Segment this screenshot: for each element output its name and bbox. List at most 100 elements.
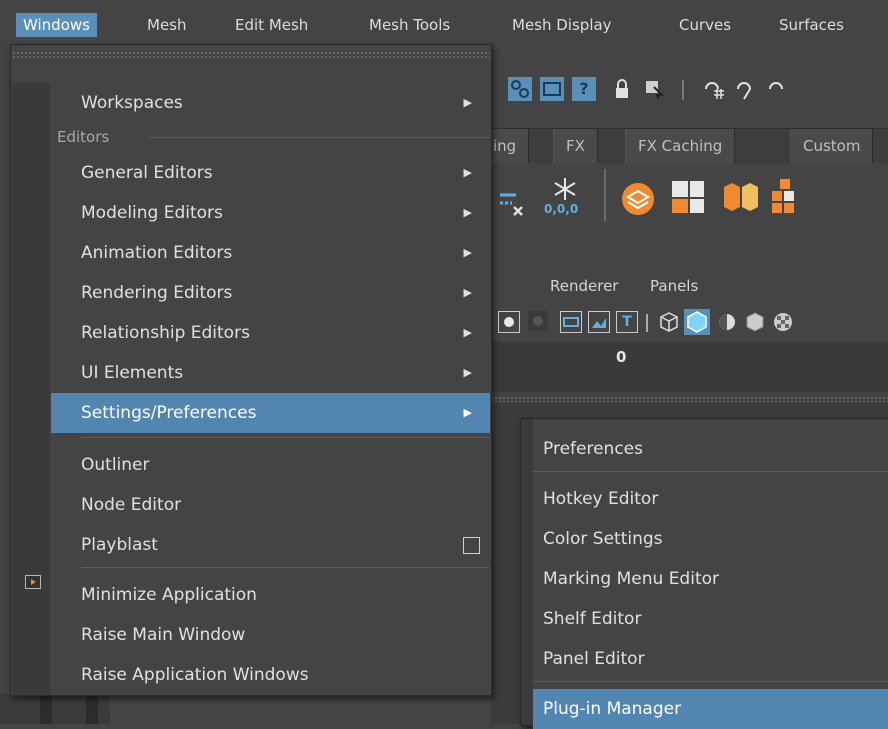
lock-icon[interactable]: [610, 77, 634, 101]
tab-fx-caching[interactable]: FX Caching: [625, 129, 736, 163]
menu-item-label: Playblast: [81, 535, 158, 555]
dock-bar: [40, 694, 52, 724]
tab-fx[interactable]: FX: [553, 129, 598, 163]
menu-item-label: Modeling Editors: [81, 203, 223, 223]
menu-curves[interactable]: Curves: [672, 13, 738, 37]
menu-separator: [81, 567, 489, 568]
snap-to-point-icon[interactable]: [766, 77, 790, 101]
submenu-item-label: Shelf Editor: [543, 609, 642, 629]
menu-item-workspaces[interactable]: Workspaces ▶: [51, 83, 490, 123]
menu-mesh-display[interactable]: Mesh Display: [505, 13, 619, 37]
menu-item-label: Minimize Application: [81, 585, 257, 605]
main-menubar: Windows Mesh Edit Mesh Mesh Tools Mesh D…: [0, 0, 888, 46]
panel-menubar: Renderer Panels: [490, 270, 888, 302]
submenu-item-preferences[interactable]: Preferences: [533, 429, 888, 469]
menu-item-raise-main-window[interactable]: Raise Main Window: [51, 615, 490, 655]
menu-item-label: Raise Main Window: [81, 625, 246, 645]
freeze-transform-icon[interactable]: 0,0,0: [542, 175, 588, 223]
menu-item-raise-application-windows[interactable]: Raise Application Windows: [51, 655, 490, 695]
playblast-option-box[interactable]: [463, 537, 480, 554]
menu-item-general-editors[interactable]: General Editors ▶: [51, 153, 490, 193]
submenu-item-hotkey-editor[interactable]: Hotkey Editor: [533, 479, 888, 519]
menu-item-label: Workspaces: [81, 93, 183, 113]
menu-icon-gutter: [12, 83, 50, 695]
center-pivot-icon[interactable]: [670, 179, 706, 215]
default-material-icon[interactable]: [716, 311, 738, 333]
menu-item-animation-editors[interactable]: Animation Editors ▶: [51, 233, 490, 273]
menu-surfaces[interactable]: Surfaces: [772, 13, 851, 37]
menu-item-outliner[interactable]: Outliner: [51, 445, 490, 485]
menu-item-node-editor[interactable]: Node Editor: [51, 485, 490, 525]
tear-off-handle[interactable]: [12, 51, 490, 59]
value-field[interactable]: 0: [616, 348, 626, 366]
delete-history-icon[interactable]: [496, 181, 536, 221]
smooth-shade-icon[interactable]: [684, 309, 710, 335]
menu-panels[interactable]: Panels: [650, 270, 698, 302]
menu-windows[interactable]: Windows: [16, 13, 97, 37]
textured-icon[interactable]: [744, 311, 766, 333]
menu-separator: [81, 437, 489, 438]
snap-to-grid-icon[interactable]: [702, 77, 726, 101]
render-view-icon[interactable]: [540, 77, 564, 101]
menu-item-minimize-application[interactable]: Minimize Application: [51, 575, 490, 615]
submenu-arrow-icon: ▶: [463, 246, 472, 259]
submenu-item-panel-editor[interactable]: Panel Editor: [533, 639, 888, 679]
snap-to-curve-icon[interactable]: [734, 77, 758, 101]
menu-edit-mesh[interactable]: Edit Mesh: [228, 13, 315, 37]
submenu-item-marking-menu-editor[interactable]: Marking Menu Editor: [533, 559, 888, 599]
submenu-item-label: Color Settings: [543, 529, 663, 549]
menu-item-ui-elements[interactable]: UI Elements ▶: [51, 353, 490, 393]
windows-menu: Workspaces ▶ Editors General Editors ▶ M…: [10, 44, 492, 696]
shelf-tabs: ing FX FX Caching Custom: [480, 128, 888, 164]
menu-item-label: UI Elements: [81, 363, 184, 383]
playblast-icon: [25, 575, 41, 589]
image-plane-icon[interactable]: [588, 311, 610, 333]
text-icon[interactable]: T: [616, 311, 638, 333]
submenu-separator: [533, 681, 888, 682]
ambient-occlusion-icon[interactable]: [528, 311, 548, 331]
dock-bar: [86, 694, 98, 724]
tab-custom[interactable]: Custom: [790, 129, 874, 163]
checker-icon[interactable]: [772, 311, 794, 333]
select-camera-icon[interactable]: [642, 77, 666, 101]
submenu-arrow-icon: ▶: [463, 286, 472, 299]
snap-icon[interactable]: [508, 77, 532, 101]
menu-item-label: Outliner: [81, 455, 150, 475]
wireframe-icon[interactable]: [658, 311, 680, 333]
submenu-arrow-icon: ▶: [463, 406, 472, 419]
menu-item-playblast[interactable]: Playblast: [51, 525, 490, 565]
help-icon[interactable]: ?: [572, 77, 596, 101]
menu-item-settings-preferences[interactable]: Settings/Preferences ▶: [51, 393, 490, 433]
submenu-item-color-settings[interactable]: Color Settings: [533, 519, 888, 559]
submenu-arrow-icon: ▶: [463, 366, 472, 379]
submenu-item-shelf-editor[interactable]: Shelf Editor: [533, 599, 888, 639]
submenu-arrow-icon: ▶: [463, 326, 472, 339]
menu-mesh-tools[interactable]: Mesh Tools: [362, 13, 457, 37]
status-toolbar: ?: [490, 66, 888, 112]
menu-mesh[interactable]: Mesh: [140, 13, 194, 37]
menu-item-modeling-editors[interactable]: Modeling Editors ▶: [51, 193, 490, 233]
menu-item-label: Node Editor: [81, 495, 182, 515]
menu-item-label: Relationship Editors: [81, 323, 250, 343]
menu-item-label: Raise Application Windows: [81, 665, 309, 685]
motion-blur-icon[interactable]: [560, 311, 582, 333]
menu-item-label: General Editors: [81, 163, 213, 183]
menu-renderer[interactable]: Renderer: [550, 270, 618, 302]
panel-toolbar: T: [490, 304, 888, 342]
left-dock: [0, 694, 110, 724]
submenu-item-label: Plug-in Manager: [543, 699, 682, 719]
submenu-separator: [533, 471, 888, 472]
shadows-icon[interactable]: [498, 311, 520, 333]
menu-item-relationship-editors[interactable]: Relationship Editors ▶: [51, 313, 490, 353]
section-editors: Editors: [57, 128, 110, 146]
menu-item-rendering-editors[interactable]: Rendering Editors ▶: [51, 273, 490, 313]
mirror-icon[interactable]: [720, 179, 760, 215]
menu-item-label: Rendering Editors: [81, 283, 233, 303]
submenu-item-label: Hotkey Editor: [543, 489, 659, 509]
submenu-item-plug-in-manager[interactable]: Plug-in Manager: [533, 689, 888, 729]
menu-item-label: Settings/Preferences: [81, 403, 257, 423]
section-divider: [149, 137, 489, 138]
submenu-gutter: [521, 419, 533, 725]
grid-icon[interactable]: [772, 179, 802, 215]
layers-icon[interactable]: [620, 181, 656, 217]
